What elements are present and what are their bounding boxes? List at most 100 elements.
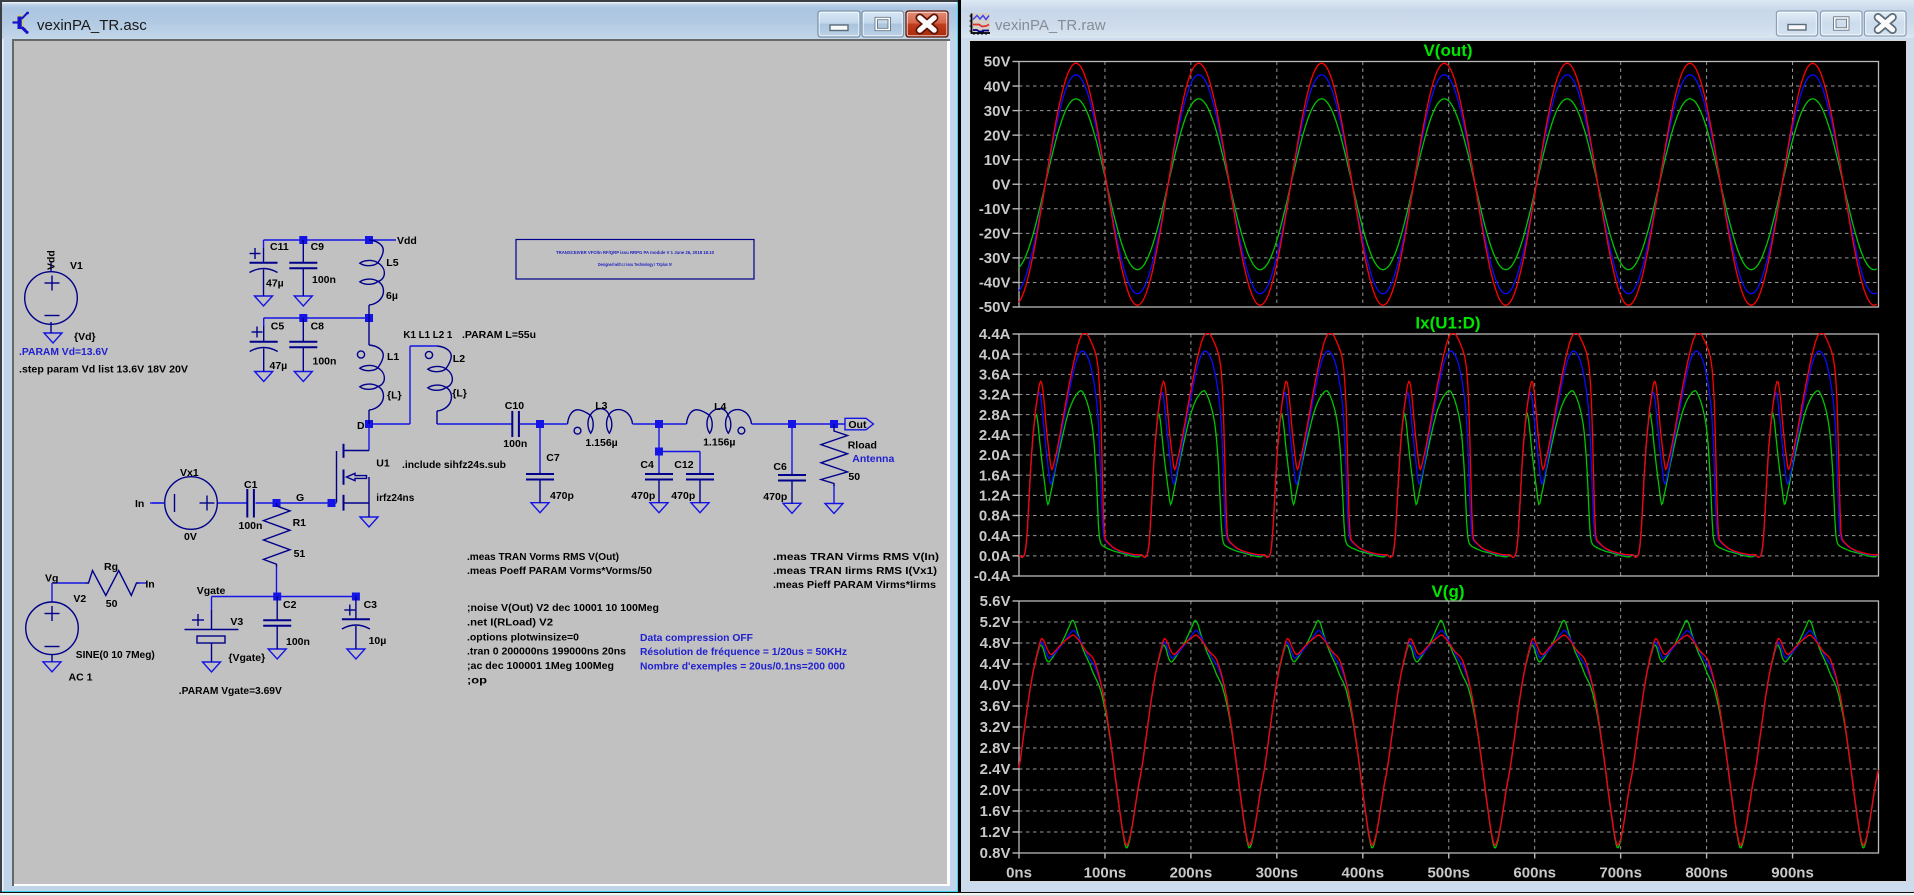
svg-text:;op: ;op [467,675,487,687]
svg-text:Vgate: Vgate [197,585,226,597]
svg-text:V(g): V(g) [1431,582,1464,601]
svg-text:vexinPA_TR.asc: vexinPA_TR.asc [37,17,147,34]
svg-text:100n: 100n [313,356,337,368]
svg-text:100n: 100n [286,636,310,648]
svg-text:5.2V: 5.2V [980,614,1011,631]
svg-text:Vx1: Vx1 [180,467,199,479]
svg-text:C9: C9 [311,241,325,253]
svg-text:.tran 0 200000ns 199000ns 20ns: .tran 0 200000ns 199000ns 20ns [467,646,626,658]
svg-text:470p: 470p [671,490,695,502]
svg-text:-50V: -50V [979,299,1011,316]
svg-text:1.2A: 1.2A [979,488,1011,505]
svg-text:Vdd: Vdd [397,235,417,247]
svg-text:C5: C5 [271,321,285,333]
svg-text:.meas Pieff PARAM Virms*Iirms: .meas Pieff PARAM Virms*Iirms [773,579,936,591]
svg-text:Rload: Rload [848,440,877,452]
svg-text:2.0A: 2.0A [979,447,1011,464]
svg-text:500ns: 500ns [1427,865,1470,882]
svg-text:4.8V: 4.8V [980,635,1011,652]
svg-text:G: G [296,492,304,504]
svg-text:0.4A: 0.4A [979,528,1011,545]
svg-text:Ix(U1:D): Ix(U1:D) [1415,314,1480,333]
svg-text:L5: L5 [386,257,398,269]
svg-text:C12: C12 [674,459,693,471]
svg-text:C1: C1 [244,479,258,491]
svg-text:5.6V: 5.6V [980,593,1011,610]
svg-text:;noise V(Out) V2 dec 10001 10: ;noise V(Out) V2 dec 10001 10 100Meg [467,602,659,614]
svg-text:50: 50 [106,598,118,610]
svg-text:{Vgate}: {Vgate} [228,652,265,664]
svg-text:10µ: 10µ [369,635,387,647]
svg-text:47µ: 47µ [266,278,284,290]
svg-text:.PARAM L=55u: .PARAM L=55u [462,329,536,341]
svg-text:1.6V: 1.6V [980,803,1011,820]
svg-text:800ns: 800ns [1685,865,1728,882]
svg-text:470p: 470p [550,490,574,502]
svg-text:2.8V: 2.8V [980,740,1011,757]
svg-text:.options plotwinsize=0: .options plotwinsize=0 [467,632,579,644]
svg-text:-10V: -10V [979,201,1011,218]
svg-text:900ns: 900ns [1771,865,1814,882]
svg-text:-40V: -40V [979,275,1011,292]
svg-text:300ns: 300ns [1256,865,1299,882]
svg-text:1.2V: 1.2V [980,824,1011,841]
svg-text:700ns: 700ns [1599,865,1642,882]
svg-text:.meas TRAN Vorms RMS V(Out): .meas TRAN Vorms RMS V(Out) [467,551,619,563]
svg-text:0V: 0V [184,531,197,543]
svg-text:Vdd: Vdd [46,250,58,270]
svg-text:In: In [135,498,144,510]
svg-text:C4: C4 [640,459,654,471]
svg-text:.PARAM Vd=13.6V: .PARAM Vd=13.6V [19,346,108,358]
svg-text:C2: C2 [283,599,297,611]
svg-text:0.8A: 0.8A [979,508,1011,525]
svg-text:V3: V3 [230,616,243,628]
svg-text:0V: 0V [992,176,1010,193]
svg-text:L2: L2 [453,353,465,365]
svg-text:.step param Vd list 13.6V 18V: .step param Vd list 13.6V 18V 20V [19,364,188,376]
svg-text:.meas TRAN Iirms RMS I(Vx1): .meas TRAN Iirms RMS I(Vx1) [773,565,937,577]
svg-text:R1: R1 [293,517,307,529]
svg-text:2.4A: 2.4A [979,427,1011,444]
svg-text:L4: L4 [714,401,726,413]
svg-text:3.2V: 3.2V [980,719,1011,736]
svg-text:3.6A: 3.6A [979,367,1011,384]
svg-text:20V: 20V [984,127,1011,144]
svg-text:D: D [357,420,365,432]
svg-text:100n: 100n [239,520,263,532]
svg-text:100n: 100n [503,438,527,450]
svg-text:100n: 100n [312,274,336,286]
svg-text:Rg: Rg [104,561,118,573]
svg-text:.net I(RLoad) V2: .net I(RLoad) V2 [467,617,553,629]
svg-text:1.156µ: 1.156µ [585,437,617,449]
svg-text:K1 L1 L2 1: K1 L1 L2 1 [403,329,452,341]
svg-text:4.4V: 4.4V [980,656,1011,673]
svg-text:470p: 470p [631,490,655,502]
svg-text:1.156µ: 1.156µ [703,437,735,449]
svg-text:L1: L1 [387,351,399,363]
svg-text:51: 51 [294,548,306,560]
svg-text:Antenna: Antenna [852,453,894,465]
svg-text:V2: V2 [73,593,86,605]
svg-text:irfz24ns: irfz24ns [376,492,414,504]
svg-text:47µ: 47µ [270,360,288,372]
svg-text:U1: U1 [376,458,390,470]
svg-text:2.8A: 2.8A [979,407,1011,424]
svg-text:{Vd}: {Vd} [74,331,96,343]
svg-text:-0.4A: -0.4A [974,568,1011,585]
svg-text:C8: C8 [311,321,325,333]
svg-text:2.0V: 2.0V [980,782,1011,799]
svg-text:V1: V1 [70,260,83,272]
svg-text:C11: C11 [270,241,289,253]
svg-text:3.6V: 3.6V [980,698,1011,715]
svg-text:Vg: Vg [45,573,58,585]
svg-text:Data compression OFF: Data compression OFF [640,632,754,644]
svg-text:vexinPA_TR.raw: vexinPA_TR.raw [995,17,1106,34]
svg-text:Designed with I.I issu Technol: Designed with I.I issu Technology I TXpl… [598,262,672,267]
svg-text:0.8V: 0.8V [980,845,1011,862]
svg-text:.meas Poeff PARAM Vorms*Vorms/: .meas Poeff PARAM Vorms*Vorms/50 [467,565,652,577]
svg-text:50V: 50V [984,54,1011,71]
svg-text:C6: C6 [773,461,787,473]
svg-text:-20V: -20V [979,226,1011,243]
svg-text:V(out): V(out) [1423,41,1472,60]
svg-text:C7: C7 [546,452,560,464]
